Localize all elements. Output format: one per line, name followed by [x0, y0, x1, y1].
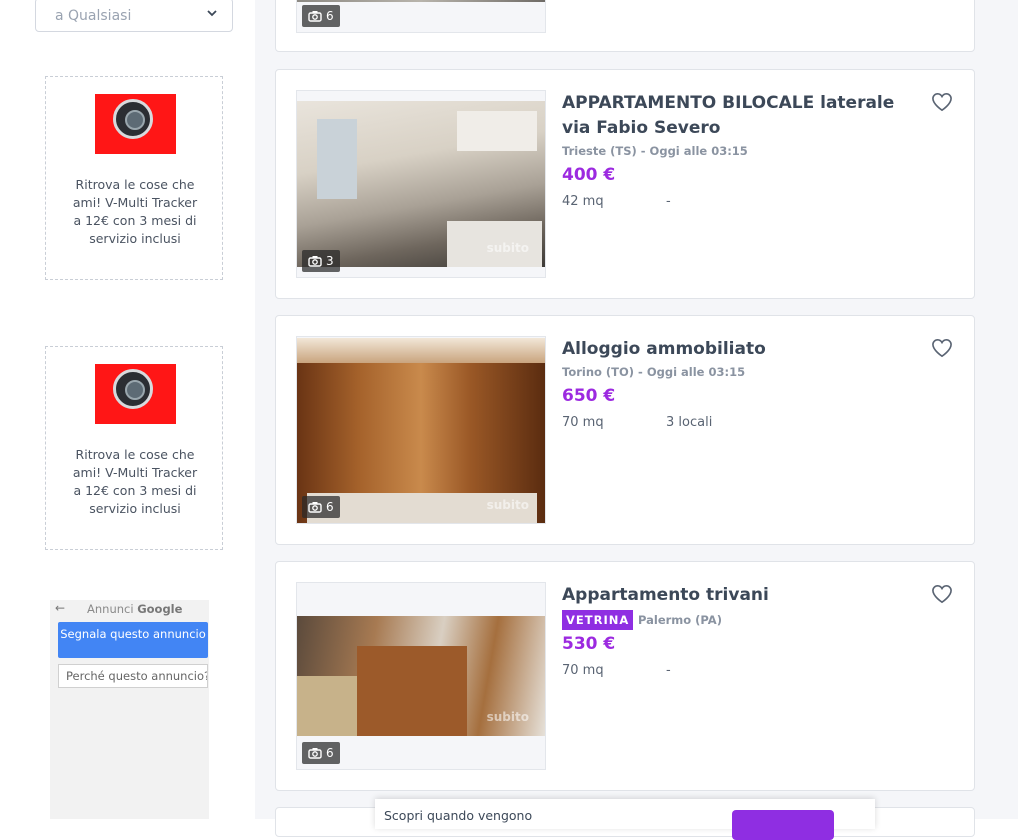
photo-count: 6	[326, 500, 334, 514]
chevron-down-icon	[207, 10, 217, 17]
heart-icon[interactable]	[931, 584, 953, 604]
tracker-device-icon	[113, 99, 153, 139]
ad-image[interactable]	[95, 94, 176, 154]
ad-image[interactable]	[95, 364, 176, 424]
sidebar-ad-2[interactable]: Ritrova le cose che ami! V-Multi Tracker…	[45, 346, 223, 550]
heart-icon[interactable]	[931, 92, 953, 112]
vetrina-badge: VETRINA	[562, 610, 634, 630]
camera-icon	[308, 11, 322, 22]
watermark: subito	[486, 498, 529, 512]
listing-thumbnail[interactable]: subito 6	[296, 582, 546, 770]
listing-photo: subito	[297, 101, 545, 267]
listing-card[interactable]: subito 6 Appartamento trivani VETRINA Pa…	[275, 561, 975, 791]
report-ad-button[interactable]: Segnala questo annuncio	[58, 622, 208, 658]
listing-thumbnail[interactable]: 6	[296, 0, 546, 33]
sidebar-ad-1[interactable]: Ritrova le cose che ami! V-Multi Tracker…	[45, 76, 223, 280]
heart-icon[interactable]	[931, 338, 953, 358]
listing-price: 530 €	[562, 634, 616, 654]
alert-popup-text: Scopri quando vengono	[384, 808, 533, 823]
listing-size: 42 mq	[562, 194, 604, 209]
alert-popup-button[interactable]	[732, 810, 834, 840]
listing-photo	[297, 0, 545, 2]
photo-count-badge: 6	[302, 742, 340, 764]
listing-size: 70 mq	[562, 415, 604, 430]
listing-card[interactable]: subito 3 APPARTAMENTO BILOCALE laterale …	[275, 69, 975, 299]
listing-card[interactable]: 6	[275, 0, 975, 52]
listing-card[interactable]: subito 6 Alloggio ammobiliato Torino (TO…	[275, 315, 975, 545]
listing-title[interactable]: Appartamento trivani	[562, 583, 912, 608]
ad-text[interactable]: Ritrova le cose che ami! V-Multi Tracker…	[70, 446, 200, 518]
listing-location-time: Trieste (TS) - Oggi alle 03:15	[562, 144, 748, 158]
listing-thumbnail[interactable]: subito 3	[296, 90, 546, 278]
listing-rooms: -	[666, 194, 671, 209]
google-ads-panel: ← Annunci Google Segnala questo annuncio…	[50, 600, 209, 819]
listing-location: Palermo (PA)	[638, 613, 722, 627]
listing-price: 650 €	[562, 386, 616, 406]
photo-count: 3	[326, 254, 334, 268]
photo-count-badge: 3	[302, 250, 340, 272]
price-max-value: a Qualsiasi	[55, 8, 132, 24]
listing-location-time: Torino (TO) - Oggi alle 03:15	[562, 365, 746, 379]
photo-count: 6	[326, 9, 334, 23]
listing-rooms: -	[666, 663, 671, 678]
listing-title[interactable]: Alloggio ammobiliato	[562, 337, 912, 362]
listing-rooms: 3 locali	[666, 415, 713, 430]
listing-size: 70 mq	[562, 663, 604, 678]
price-max-select[interactable]: a Qualsiasi	[35, 0, 233, 32]
why-this-ad-button[interactable]: Perché questo annuncio?	[58, 664, 208, 688]
listing-title[interactable]: APPARTAMENTO BILOCALE laterale via Fabio…	[562, 91, 912, 141]
ad-text[interactable]: Ritrova le cose che ami! V-Multi Tracker…	[70, 176, 200, 248]
google-ads-label: Annunci Google	[87, 602, 183, 616]
alert-popup: Scopri quando vengono	[375, 799, 875, 840]
photo-count: 6	[326, 746, 334, 760]
listing-thumbnail[interactable]: subito 6	[296, 336, 546, 524]
camera-icon	[308, 748, 322, 759]
listing-photo: subito	[297, 616, 545, 736]
camera-icon	[308, 256, 322, 267]
camera-icon	[308, 502, 322, 513]
back-arrow-icon[interactable]: ←	[55, 601, 65, 615]
photo-count-badge: 6	[302, 496, 340, 518]
tracker-device-icon	[113, 369, 153, 409]
listing-price: 400 €	[562, 165, 616, 185]
photo-count-badge: 6	[302, 5, 340, 27]
watermark: subito	[486, 241, 529, 255]
sidebar: a Qualsiasi Ritrova le cose che ami! V-M…	[0, 0, 255, 819]
watermark: subito	[486, 710, 529, 724]
